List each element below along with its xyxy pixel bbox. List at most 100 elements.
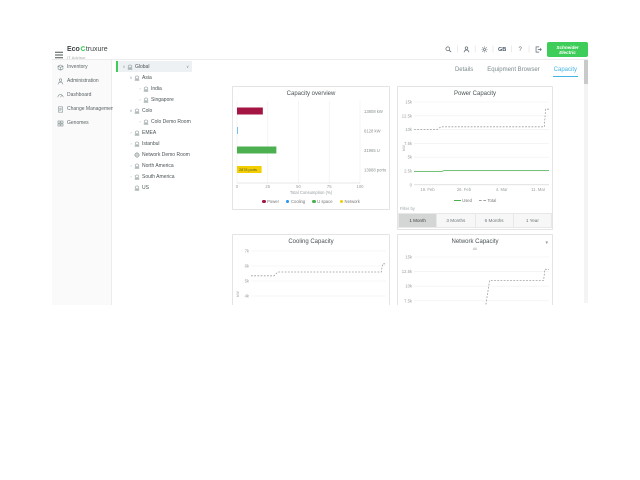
- tree-item-colo-demo-room[interactable]: ›Colo Demo Room: [116, 116, 191, 127]
- tree-item-north-america[interactable]: ›North America: [116, 160, 174, 171]
- filter-button-3-months[interactable]: 3 Months: [437, 213, 475, 228]
- tree-item-network-demo-room[interactable]: Network Demo Room: [116, 149, 190, 160]
- card-power-capacity: Power Capacity kW 15k12.5k10k7.5k5k2.5k0…: [397, 86, 553, 230]
- building-icon: [143, 86, 149, 92]
- card-capacity-overview: Capacity overview 025507510013808 kW6128…: [232, 86, 390, 210]
- logout-icon[interactable]: [534, 46, 542, 54]
- tree-item-us[interactable]: US: [116, 182, 149, 193]
- x-axis-label: Total Consumption (%): [233, 190, 389, 195]
- tree-item-south-america[interactable]: ›South America: [116, 171, 175, 182]
- svg-text:4. Mar: 4. Mar: [496, 187, 508, 192]
- schneider-electric-logo-button[interactable]: Schneider Electric: [547, 42, 588, 57]
- legend-item-network: Network: [340, 199, 360, 204]
- svg-text:75: 75: [327, 184, 332, 189]
- content-scrollbar: [584, 60, 588, 303]
- svg-text:25: 25: [265, 184, 270, 189]
- sidebar-item-dashboard[interactable]: Dashboard: [52, 88, 111, 102]
- svg-text:26. Feb: 26. Feb: [457, 187, 472, 192]
- building-icon: [143, 97, 149, 103]
- svg-text:10k: 10k: [405, 127, 413, 132]
- language-button[interactable]: GB: [498, 47, 506, 53]
- svg-text:50: 50: [296, 184, 301, 189]
- sidebar-item-genomes[interactable]: Genomes: [52, 116, 111, 130]
- dashboard-icon: [57, 92, 64, 99]
- change-management-icon: [57, 106, 64, 113]
- legend-item-cooling: Cooling: [286, 199, 305, 204]
- sidebar-item-label: Dashboard: [67, 92, 91, 98]
- legend-item-power: Power: [262, 199, 279, 204]
- header-actions: | | | GB | ? |: [444, 43, 542, 56]
- sidebar-item-change-management[interactable]: Change Management: [52, 102, 111, 116]
- filter-row: 1 Month3 Months6 Months1 Year: [398, 213, 552, 228]
- tab-equipment-browser[interactable]: Equipment Browser: [486, 65, 540, 77]
- svg-text:7k: 7k: [245, 249, 250, 254]
- building-icon: [127, 64, 133, 70]
- power-capacity-chart: 15k12.5k10k7.5k5k2.5k019. Feb26. Feb4. M…: [398, 87, 553, 197]
- tree-item-label: South America: [142, 174, 175, 180]
- location-tree: ∨Global∨∨Asia›India›Singapore∨Colo›Colo …: [113, 60, 228, 305]
- network-capacity-chart: 15k12.5k10k7.5k: [398, 235, 553, 305]
- svg-text:11. Mar: 11. Mar: [531, 187, 545, 192]
- help-icon[interactable]: ?: [516, 46, 524, 54]
- search-icon[interactable]: [444, 46, 452, 54]
- filter-by-label: Filter by: [400, 206, 415, 211]
- tree-item-label: Colo Demo Room: [151, 119, 191, 125]
- divider: |: [510, 46, 512, 53]
- app-window: Ecotruxure IT Advisor | | | GB | ? | Sch…: [52, 40, 588, 305]
- filter-button-1-year[interactable]: 1 Year: [514, 213, 552, 228]
- sidebar-item-inventory[interactable]: Inventory: [52, 60, 111, 74]
- globe-icon: [134, 152, 140, 158]
- tree-item-global[interactable]: ∨Global∨: [116, 61, 192, 72]
- svg-text:13808 kW: 13808 kW: [364, 109, 383, 114]
- tree-menu-caret-icon[interactable]: ∨: [186, 64, 189, 69]
- sidebar-item-administration[interactable]: Administration: [52, 74, 111, 88]
- tree-item-label: Istanbul: [142, 141, 160, 147]
- svg-text:10k: 10k: [405, 284, 413, 289]
- filter-button-1-month[interactable]: 1 Month: [398, 213, 437, 228]
- svg-text:4k: 4k: [245, 294, 250, 299]
- svg-text:12.5k: 12.5k: [402, 113, 413, 118]
- divider: |: [456, 46, 458, 53]
- svg-text:5k: 5k: [408, 155, 413, 160]
- divider: |: [474, 46, 476, 53]
- legend-item-used: Used: [454, 198, 472, 203]
- tab-details[interactable]: Details: [454, 65, 474, 77]
- tree-item-emea[interactable]: ›EMEA: [116, 127, 156, 138]
- tree-item-asia[interactable]: ∨Asia: [116, 72, 152, 83]
- sidebar-item-label: Inventory: [67, 64, 88, 70]
- svg-text:15k: 15k: [405, 255, 413, 260]
- sidebar-item-label: Genomes: [67, 120, 89, 126]
- tree-item-india[interactable]: ›India: [116, 83, 162, 94]
- building-icon: [134, 141, 140, 147]
- menu-icon[interactable]: [55, 46, 63, 54]
- tree-item-singapore[interactable]: ›Singapore: [116, 94, 174, 105]
- tree-item-label: Asia: [142, 75, 152, 81]
- tab-bar: Details Equipment Browser Capacity: [228, 60, 583, 77]
- svg-text:0: 0: [410, 182, 413, 187]
- svg-text:2.5k: 2.5k: [404, 169, 413, 174]
- svg-text:6k: 6k: [245, 264, 250, 269]
- filter-button-6-months[interactable]: 6 Months: [476, 213, 514, 228]
- card-cooling-capacity: Cooling Capacity kW 7k6k5k4k: [232, 234, 390, 305]
- svg-text:31965 U: 31965 U: [364, 148, 380, 153]
- card-network-capacity: Network Capacity All ▾ 15k12.5k10k7.5k: [397, 234, 553, 305]
- tree-item-istanbul[interactable]: ›Istanbul: [116, 138, 160, 149]
- tree-item-label: Network Demo Room: [142, 152, 190, 158]
- tree-item-label: Colo: [142, 108, 152, 114]
- overview-legend: PowerCoolingU spaceNetwork: [233, 199, 389, 204]
- building-icon: [134, 108, 140, 114]
- inventory-icon: [57, 64, 64, 71]
- tree-item-label: US: [142, 185, 149, 191]
- svg-text:13988 ports: 13988 ports: [364, 167, 386, 172]
- brand-text: Ecotruxure: [67, 40, 108, 55]
- genomes-icon: [57, 120, 64, 127]
- building-icon: [134, 185, 140, 191]
- svg-text:7.5k: 7.5k: [404, 141, 413, 146]
- tab-capacity[interactable]: Capacity: [553, 65, 578, 77]
- tree-item-label: North America: [142, 163, 174, 169]
- settings-gear-icon[interactable]: [480, 46, 488, 54]
- tree-item-colo[interactable]: ∨Colo: [116, 105, 152, 116]
- user-icon[interactable]: [462, 46, 470, 54]
- divider: |: [492, 46, 494, 53]
- scrollbar-thumb[interactable]: [584, 60, 588, 84]
